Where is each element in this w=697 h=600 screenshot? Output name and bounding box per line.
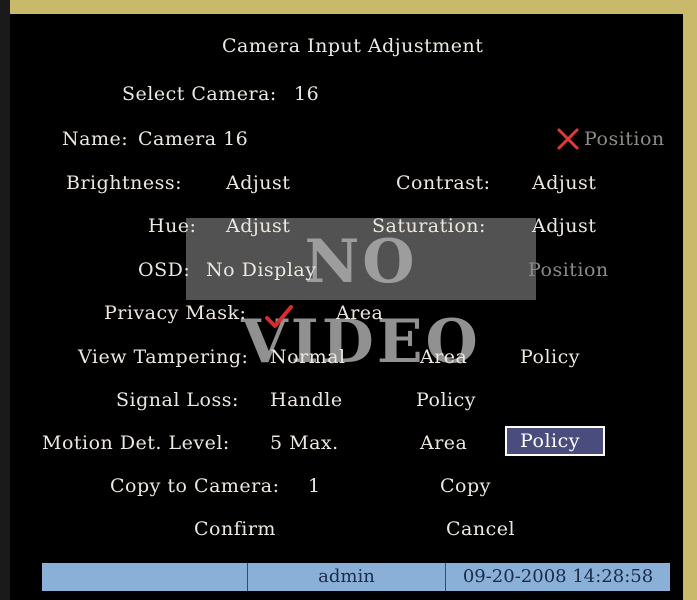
contrast-adjust-button[interactable]: Adjust [532,171,596,195]
status-bar: admin 09-20-2008 14:28:58 [42,563,670,591]
motion-det-label: Motion Det. Level: [42,432,230,454]
hue-adjust-button[interactable]: Adjust [226,214,290,238]
brightness-label: Brightness: [66,172,183,194]
top-border [0,0,697,14]
signal-loss-policy-button[interactable]: Policy [416,388,476,412]
hue-label: Hue: [148,215,197,237]
right-border [683,0,697,600]
left-border [0,0,10,600]
dvr-menu-screen: Camera Input Adjustment Select Camera: 1… [0,0,697,600]
status-user: admin [248,563,446,591]
brightness-adjust-button[interactable]: Adjust [226,171,290,195]
motion-det-area-button[interactable]: Area [420,431,467,455]
view-tampering-label: View Tampering: [78,346,249,368]
privacy-mask-area-button[interactable]: Area [336,301,383,325]
cancel-button[interactable]: Cancel [446,517,515,541]
saturation-adjust-button[interactable]: Adjust [532,214,596,238]
name-value[interactable]: Camera 16 [138,127,248,151]
contrast-label: Contrast: [396,172,491,194]
status-bar-empty-cell [42,563,248,591]
confirm-button[interactable]: Confirm [194,517,276,541]
name-position-button[interactable]: Position [584,127,665,151]
osd-display-select[interactable]: No Display [206,258,316,282]
privacy-mask-label: Privacy Mask: [104,302,247,324]
select-camera-value[interactable]: 16 [294,82,319,106]
copy-button[interactable]: Copy [440,474,491,498]
copy-to-camera-value[interactable]: 1 [308,474,321,498]
signal-loss-value[interactable]: Handle [270,388,343,412]
osd-position-button[interactable]: Position [528,258,609,282]
view-tampering-value[interactable]: Normal [270,345,346,369]
view-tampering-area-button[interactable]: Area [420,345,467,369]
view-tampering-policy-button[interactable]: Policy [520,345,580,369]
signal-loss-label: Signal Loss: [116,389,239,411]
status-datetime: 09-20-2008 14:28:58 [462,566,654,587]
osd-label: OSD: [138,259,191,281]
motion-det-policy-button[interactable]: Policy [520,429,580,453]
privacy-mask-checkbox-icon[interactable] [264,303,294,331]
copy-to-camera-label: Copy to Camera: [110,475,280,497]
saturation-label: Saturation: [372,215,486,237]
motion-det-value[interactable]: 5 Max. [270,431,339,455]
name-label: Name: [62,128,129,150]
page-title: Camera Input Adjustment [222,35,484,57]
select-camera-label: Select Camera: [122,83,277,105]
disabled-x-icon [557,128,579,150]
